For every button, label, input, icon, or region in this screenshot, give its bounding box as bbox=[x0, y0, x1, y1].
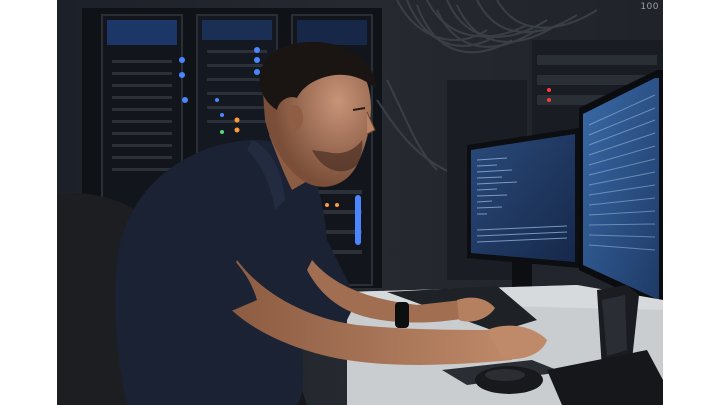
photo: 100 bbox=[57, 0, 663, 405]
wristwatch bbox=[395, 302, 409, 328]
photo-illustration bbox=[57, 0, 663, 405]
watermark-text: 100 bbox=[640, 2, 659, 12]
image-frame: 100 bbox=[0, 0, 720, 405]
monitor-right bbox=[579, 70, 663, 310]
